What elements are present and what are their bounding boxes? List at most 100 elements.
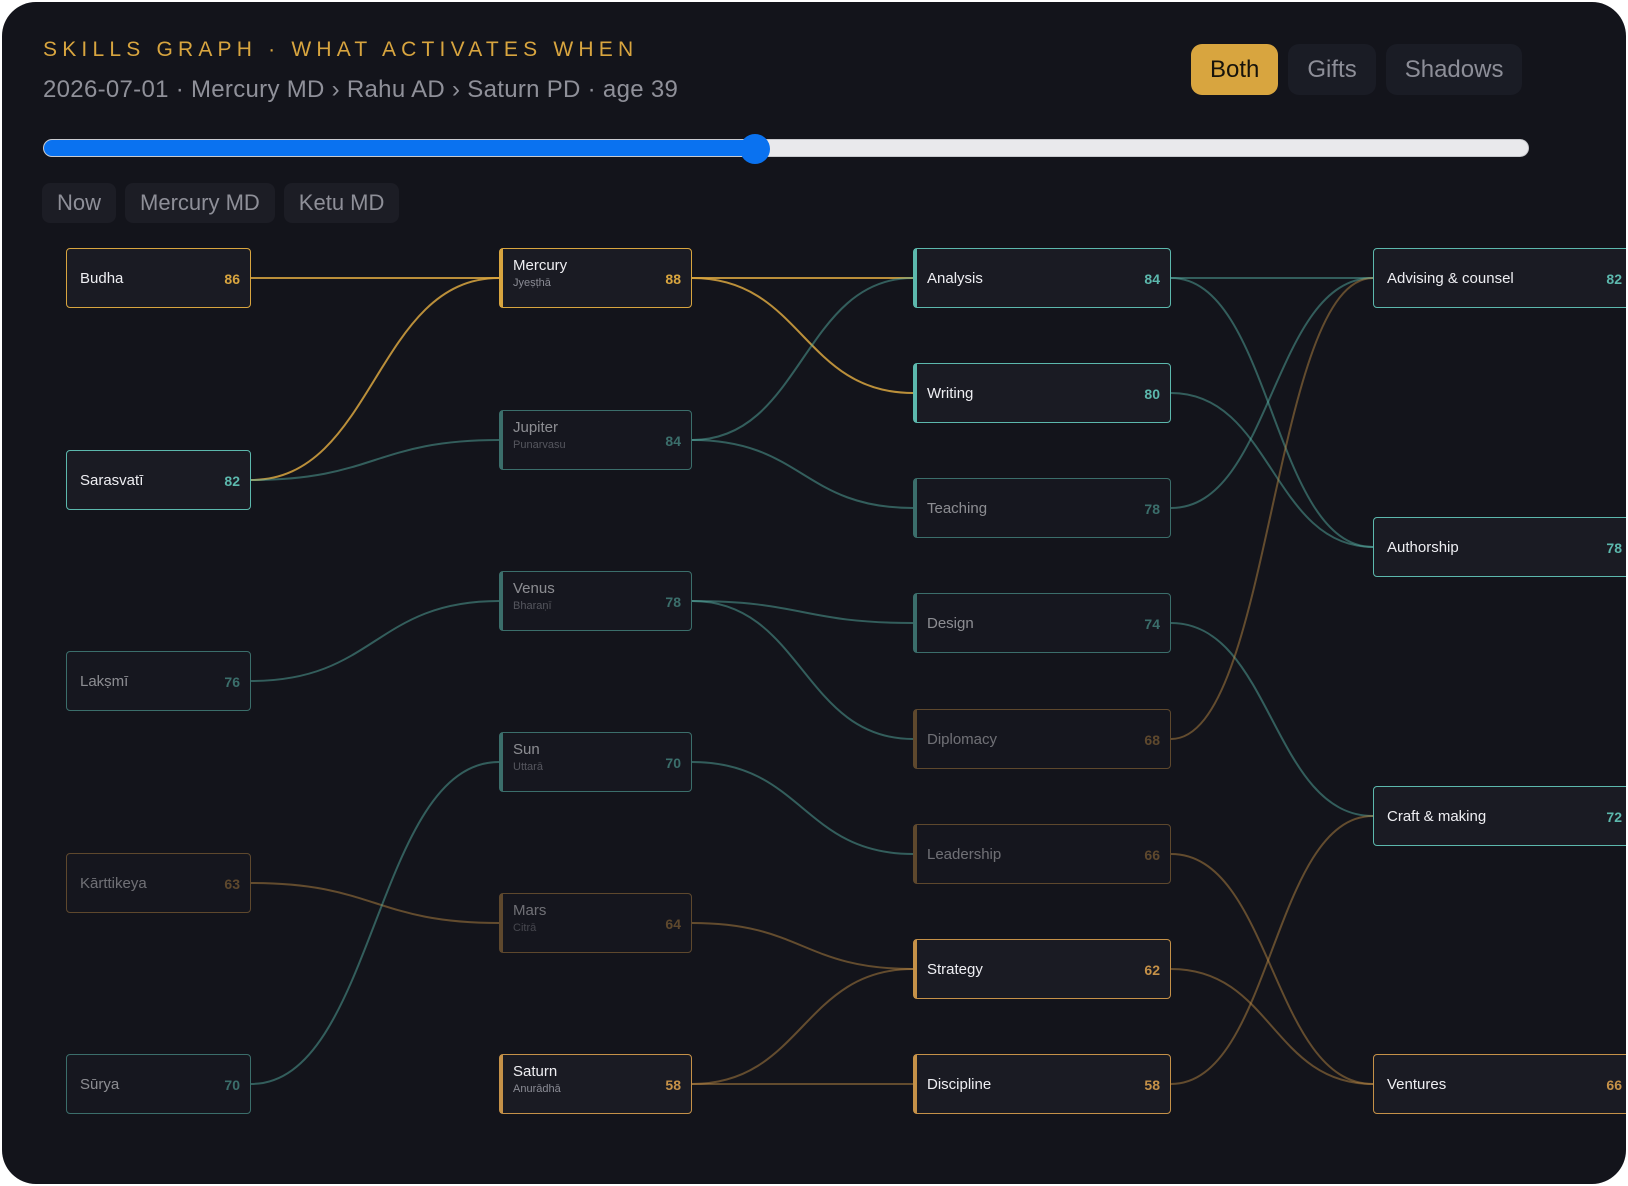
link-strategy-ventures (1170, 968, 1374, 1085)
link-karttikeya-mars (250, 882, 500, 924)
node-name: Mars (513, 902, 547, 919)
node-score: 86 (224, 271, 240, 287)
node-name: Writing (927, 385, 974, 402)
node-name: Design (927, 615, 974, 632)
node-accent-bar (914, 825, 917, 883)
node-name: Budha (80, 270, 124, 287)
link-sun-leadership (691, 761, 914, 855)
node-score: 70 (224, 1077, 240, 1093)
node-name: Craft & making (1387, 808, 1487, 825)
domain-node-authorship[interactable]: Authorship 78 (1373, 517, 1626, 577)
node-accent-bar (500, 572, 503, 630)
node-name: Advising & counsel (1387, 270, 1514, 287)
node-score: 66 (1606, 1077, 1622, 1093)
node-accent-bar (500, 249, 503, 307)
node-name: Kārttikeya (80, 875, 147, 892)
node-name: Teaching (927, 500, 988, 517)
link-diplomacy-advising (1170, 277, 1374, 740)
skill-node-strategy[interactable]: Strategy 62 (913, 939, 1171, 999)
link-saturn-strategy (691, 968, 914, 1085)
link-jupiter-teaching (691, 439, 914, 509)
node-score: 62 (1144, 962, 1160, 978)
node-score: 80 (1144, 386, 1160, 402)
deity-node-karttikeya[interactable]: Kārttikeya 63 (66, 853, 251, 913)
node-name: Sun (513, 741, 540, 758)
skill-node-diplomacy[interactable]: Diplomacy 68 (913, 709, 1171, 769)
node-nakshatra: Punarvasu (513, 439, 566, 451)
node-accent-bar (500, 411, 503, 469)
deity-node-lakshmi[interactable]: Lakṣmī 76 (66, 651, 251, 711)
link-surya-sun (250, 761, 500, 1085)
deity-node-surya[interactable]: Sūrya 70 (66, 1054, 251, 1114)
node-name: Sarasvatī (80, 472, 144, 489)
node-score: 70 (665, 755, 681, 771)
link-lakshmi-venus (250, 600, 500, 682)
node-score: 82 (224, 473, 240, 489)
link-mars-strategy (691, 922, 914, 970)
node-nakshatra: Anurādhā (513, 1083, 561, 1095)
node-score: 74 (1144, 616, 1160, 632)
node-score: 78 (1144, 501, 1160, 517)
node-nakshatra: Citrā (513, 922, 537, 934)
skills-graph-panel: SKILLS GRAPH · WHAT ACTIVATES WHEN 2026-… (2, 2, 1626, 1184)
node-score: 84 (1144, 271, 1160, 287)
planet-node-sun[interactable]: Sun Uttarā 70 (499, 732, 692, 792)
node-name: Analysis (927, 270, 983, 287)
link-writing-authorship (1170, 392, 1374, 548)
link-mercury-writing (691, 277, 914, 394)
node-accent-bar (500, 894, 503, 952)
link-sarasvati-jupiter (250, 439, 500, 481)
node-name: Ventures (1387, 1076, 1447, 1093)
link-sarasvati-mercury (250, 277, 500, 481)
node-name: Diplomacy (927, 731, 998, 748)
node-nakshatra: Uttarā (513, 761, 543, 773)
node-accent-bar (914, 594, 917, 652)
node-accent-bar (914, 1055, 917, 1113)
node-name: Saturn (513, 1063, 558, 1080)
skill-node-analysis[interactable]: Analysis 84 (913, 248, 1171, 308)
planet-node-jupiter[interactable]: Jupiter Punarvasu 84 (499, 410, 692, 470)
node-accent-bar (500, 1055, 503, 1113)
node-score: 66 (1144, 847, 1160, 863)
planet-node-mercury[interactable]: Mercury Jyeṣṭhā 88 (499, 248, 692, 308)
graph-links (250, 277, 1374, 1086)
skill-node-teaching[interactable]: Teaching 78 (913, 478, 1171, 538)
node-score: 82 (1606, 271, 1622, 287)
node-score: 68 (1144, 732, 1160, 748)
deity-node-sarasvati[interactable]: Sarasvatī 82 (66, 450, 251, 510)
planet-node-mars[interactable]: Mars Citrā 64 (499, 893, 692, 953)
link-venus-design (691, 600, 914, 624)
node-score: 78 (1606, 540, 1622, 556)
skill-node-writing[interactable]: Writing 80 (913, 363, 1171, 423)
link-discipline-craft (1170, 815, 1374, 1085)
node-score: 58 (665, 1077, 681, 1093)
link-teaching-advising (1170, 277, 1374, 509)
domain-node-advising[interactable]: Advising & counsel 82 (1373, 248, 1626, 308)
node-accent-bar (914, 479, 917, 537)
node-score: 64 (665, 916, 681, 932)
node-score: 63 (224, 876, 240, 892)
node-accent-bar (914, 710, 917, 768)
node-name: Jupiter (513, 419, 559, 436)
node-score: 88 (665, 271, 681, 287)
node-accent-bar (914, 940, 917, 998)
domain-node-ventures[interactable]: Ventures 66 (1373, 1054, 1626, 1114)
node-nakshatra: Bharaṇī (513, 600, 552, 612)
link-design-craft (1170, 622, 1374, 817)
node-name: Authorship (1387, 539, 1459, 556)
planet-node-saturn[interactable]: Saturn Anurādhā 58 (499, 1054, 692, 1114)
node-accent-bar (914, 249, 917, 307)
planet-node-venus[interactable]: Venus Bharaṇī 78 (499, 571, 692, 631)
domain-node-craft[interactable]: Craft & making 72 (1373, 786, 1626, 846)
node-name: Mercury (513, 257, 568, 274)
deity-node-budha[interactable]: Budha 86 (66, 248, 251, 308)
node-name: Sūrya (80, 1076, 120, 1093)
node-accent-bar (914, 364, 917, 422)
node-accent-bar (500, 733, 503, 791)
node-score: 58 (1144, 1077, 1160, 1093)
skill-node-design[interactable]: Design 74 (913, 593, 1171, 653)
node-score: 78 (665, 594, 681, 610)
skill-node-leadership[interactable]: Leadership 66 (913, 824, 1171, 884)
skill-node-discipline[interactable]: Discipline 58 (913, 1054, 1171, 1114)
node-score: 72 (1606, 809, 1622, 825)
